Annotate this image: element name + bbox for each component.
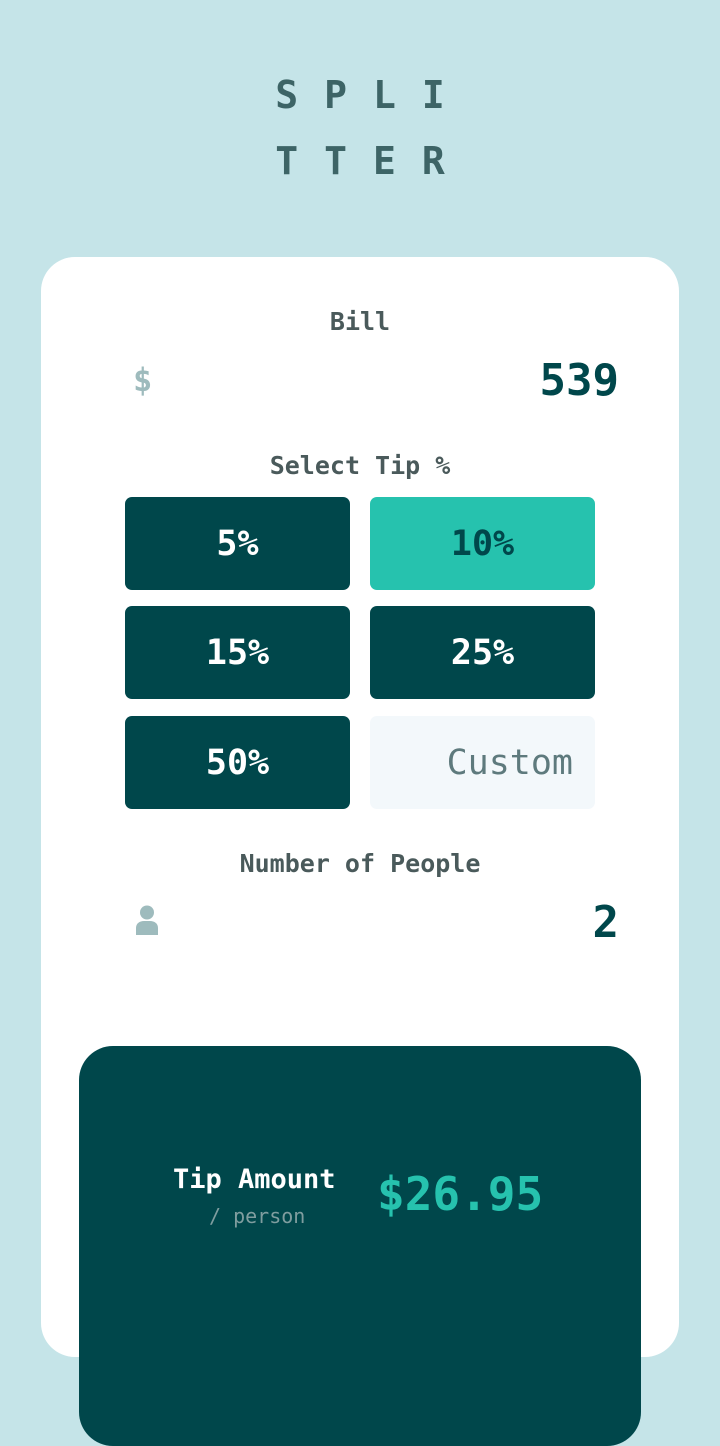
dollar-icon: $ bbox=[133, 361, 153, 399]
logo-line-2: TTER bbox=[275, 139, 471, 183]
number-of-people-label: Number of People bbox=[239, 849, 481, 878]
tip-amount-label: Tip Amount bbox=[173, 1164, 336, 1195]
people-input[interactable]: 2 bbox=[593, 897, 620, 948]
tip-button-25[interactable]: 25% bbox=[370, 606, 595, 699]
bill-input[interactable]: 539 bbox=[540, 355, 619, 406]
tip-amount-value: $26.95 bbox=[377, 1167, 544, 1221]
select-tip-label: Select Tip % bbox=[269, 451, 451, 480]
tip-button-50[interactable]: 50% bbox=[125, 716, 350, 809]
logo-line-1: SPLI bbox=[275, 73, 471, 117]
tip-button-5[interactable]: 5% bbox=[125, 497, 350, 590]
bill-label: Bill bbox=[329, 307, 391, 336]
calculator-card: Bill $ 539 Select Tip % 5% 10% 15% 25% 5… bbox=[41, 257, 679, 1446]
tip-button-15[interactable]: 15% bbox=[125, 606, 350, 699]
person-icon bbox=[136, 905, 158, 935]
app-logo: SPLI TTER bbox=[0, 62, 720, 194]
result-panel: Tip Amount / person $26.95 bbox=[79, 1046, 641, 1446]
tip-button-10[interactable]: 10% bbox=[370, 497, 595, 590]
per-person-label: / person bbox=[209, 1204, 306, 1228]
custom-tip-input[interactable]: Custom bbox=[370, 716, 595, 809]
